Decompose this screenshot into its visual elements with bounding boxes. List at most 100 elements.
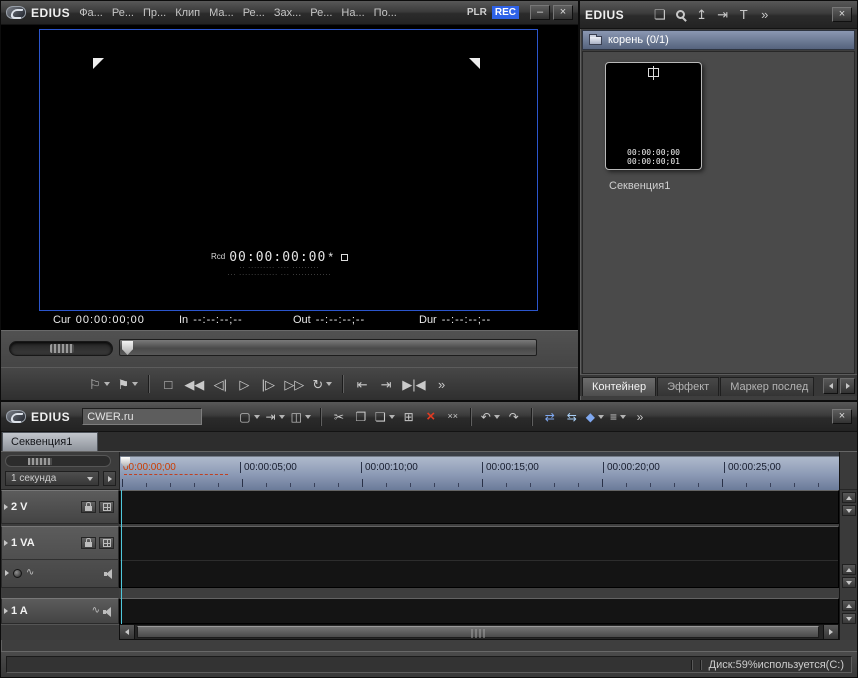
- goto-in-button[interactable]: ⇤: [350, 372, 374, 396]
- player-mode-button[interactable]: PLR: [465, 6, 489, 19]
- position-slider-handle[interactable]: [122, 341, 133, 355]
- clip-thumbnail[interactable]: 00:00:00;00 00:00:00;01: [605, 62, 702, 170]
- scroll-down-button[interactable]: [842, 613, 856, 624]
- set-in-button[interactable]: ⚐: [85, 372, 114, 396]
- menu-item[interactable]: Пр...: [143, 7, 166, 19]
- save-project-button[interactable]: ◫: [288, 405, 314, 429]
- shuttle-slider[interactable]: [9, 341, 113, 356]
- scroll-down-button[interactable]: [842, 577, 856, 588]
- paste-button[interactable]: ❏: [372, 405, 398, 429]
- rewind-button[interactable]: ◀◀: [180, 372, 208, 396]
- horizontal-scrollbar[interactable]: [119, 624, 839, 640]
- scroll-up-button[interactable]: [842, 600, 856, 611]
- mixer-button[interactable]: ≡: [607, 405, 629, 429]
- previous-frame-button[interactable]: ◁|: [208, 372, 232, 396]
- scroll-left-button[interactable]: [120, 625, 135, 639]
- menu-item[interactable]: Ма...: [209, 7, 234, 19]
- add-clip-button[interactable]: ⇥: [263, 405, 288, 429]
- search-button[interactable]: [670, 3, 691, 27]
- speaker-icon[interactable]: [104, 569, 115, 578]
- new-folder-button[interactable]: ❏: [649, 3, 670, 27]
- track-patch-button[interactable]: [99, 537, 114, 549]
- audio-pan-knob[interactable]: [13, 569, 22, 578]
- menu-item[interactable]: Ре...: [112, 7, 134, 19]
- track-expand-icon[interactable]: [4, 504, 8, 510]
- fast-forward-button[interactable]: ▷▷: [280, 372, 308, 396]
- zoom-slider[interactable]: [5, 455, 111, 467]
- waveform-icon[interactable]: ∿: [26, 568, 34, 578]
- redo-button[interactable]: ↷: [503, 405, 525, 429]
- insert-overwrite-button[interactable]: ⇆: [561, 405, 583, 429]
- menu-item[interactable]: По...: [374, 7, 397, 19]
- goto-out-button[interactable]: ⇥: [374, 372, 398, 396]
- import-button[interactable]: ⇥: [712, 3, 733, 27]
- track-header-2v[interactable]: 2 V: [1, 490, 119, 524]
- ripple-delete-button[interactable]: ××: [442, 405, 464, 429]
- next-frame-button[interactable]: |▷: [256, 372, 280, 396]
- project-name-input[interactable]: [82, 408, 202, 425]
- new-sequence-button[interactable]: ▢: [236, 405, 262, 429]
- scroll-down-button[interactable]: [842, 505, 856, 516]
- more-controls-button[interactable]: »: [430, 372, 454, 396]
- add-to-timeline-button[interactable]: ◆: [583, 405, 607, 429]
- move-up-button[interactable]: ↥: [691, 3, 712, 27]
- zoom-slider-thumb[interactable]: [28, 458, 52, 465]
- position-slider[interactable]: [119, 339, 537, 356]
- more-tools-button[interactable]: »: [754, 3, 775, 27]
- loop-playback-button[interactable]: ↻: [308, 372, 336, 396]
- cut-button[interactable]: ✂: [328, 405, 350, 429]
- time-scale-step-button[interactable]: [103, 471, 116, 486]
- minimize-button[interactable]: –: [530, 5, 550, 20]
- time-scale-select[interactable]: 1 секунда: [5, 471, 99, 486]
- sequence-tab[interactable]: Секвенция1: [2, 432, 98, 451]
- play-around-cursor-button[interactable]: ▶|◀: [398, 372, 429, 396]
- menu-item[interactable]: Ре...: [310, 7, 332, 19]
- track-expand-icon[interactable]: [4, 608, 8, 614]
- track-header-1a[interactable]: 1 A ∿: [1, 598, 119, 624]
- track-lane-1va[interactable]: [119, 526, 839, 588]
- replace-button[interactable]: ⊞: [398, 405, 420, 429]
- scroll-tabs-left-button[interactable]: [823, 378, 838, 394]
- audio-expand-icon[interactable]: [5, 570, 9, 576]
- bin-content-area[interactable]: 00:00:00;00 00:00:00;01 Секвенция1: [582, 51, 855, 374]
- track-expand-icon[interactable]: [4, 540, 8, 546]
- scroll-up-button[interactable]: [842, 564, 856, 575]
- menu-item[interactable]: Фа...: [79, 7, 103, 19]
- recorder-mode-button[interactable]: REC: [492, 6, 519, 19]
- copy-button[interactable]: ❐: [350, 405, 372, 429]
- set-out-button[interactable]: ⚑: [114, 372, 143, 396]
- timeline-close-button[interactable]: ×: [832, 409, 852, 424]
- sync-mode-button[interactable]: ⇄: [539, 405, 561, 429]
- track-lock-button[interactable]: [81, 537, 96, 549]
- scroll-up-button[interactable]: [842, 492, 856, 503]
- menu-item[interactable]: На...: [341, 7, 364, 19]
- bin-tab[interactable]: Маркер послед: [720, 377, 814, 396]
- delete-button[interactable]: ×: [420, 405, 442, 429]
- track-lane-2v[interactable]: [119, 490, 839, 524]
- timeline-ruler[interactable]: 00:00:00;0000:00:05;0000:00:10;0000:00:1…: [119, 452, 839, 490]
- horizontal-scroll-thumb[interactable]: [137, 626, 819, 638]
- bin-tab[interactable]: Контейнер: [582, 377, 656, 396]
- waveform-icon[interactable]: ∿: [92, 606, 100, 616]
- scroll-right-button[interactable]: [823, 625, 838, 639]
- bin-close-button[interactable]: ×: [832, 7, 852, 22]
- close-button[interactable]: ×: [553, 5, 573, 20]
- track-header-1va[interactable]: 1 VA ∿: [1, 526, 119, 588]
- speaker-icon[interactable]: [103, 607, 114, 616]
- text-tool-button[interactable]: T: [733, 3, 754, 27]
- track-lane-1a[interactable]: [119, 598, 839, 624]
- bin-folder-path[interactable]: корень (0/1): [582, 30, 855, 50]
- undo-button[interactable]: ↶: [478, 405, 503, 429]
- track-lock-button[interactable]: [81, 501, 96, 513]
- menu-item[interactable]: Зах...: [274, 7, 301, 19]
- track-patch-button[interactable]: [99, 501, 114, 513]
- bin-tab[interactable]: Эффект: [657, 377, 719, 396]
- play-button[interactable]: ▷: [232, 372, 256, 396]
- menu-item[interactable]: Клип: [175, 7, 200, 19]
- scroll-tabs-right-button[interactable]: [840, 378, 855, 394]
- more-tools-button[interactable]: »: [629, 405, 651, 429]
- shuttle-thumb[interactable]: [50, 344, 74, 353]
- menu-item[interactable]: Ре...: [243, 7, 265, 19]
- stop-button[interactable]: □: [156, 372, 180, 396]
- playhead-line[interactable]: [121, 490, 122, 624]
